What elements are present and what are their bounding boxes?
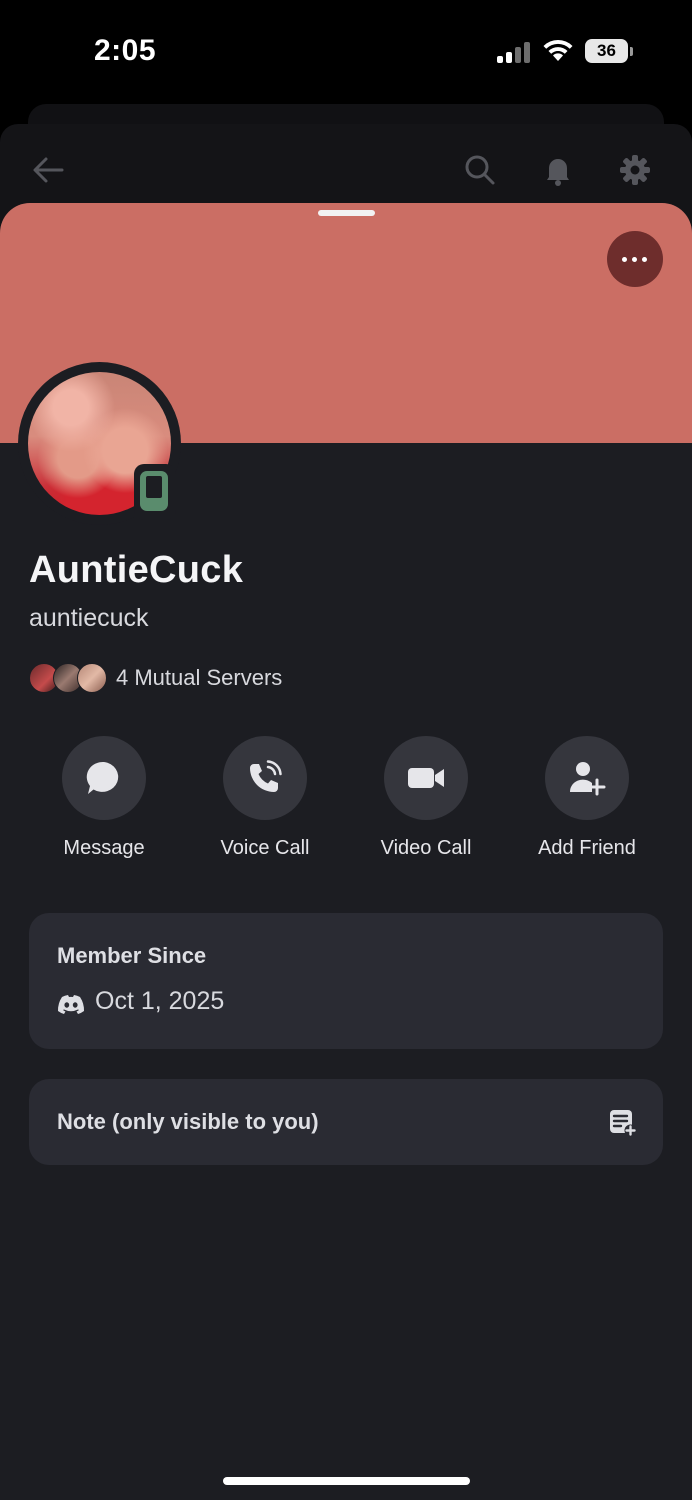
bell-icon[interactable] [540, 152, 576, 188]
add-friend-button[interactable]: Add Friend [517, 736, 657, 860]
member-since-date: Oct 1, 2025 [95, 987, 225, 1015]
add-friend-label: Add Friend [538, 837, 636, 859]
add-friend-icon [569, 762, 606, 796]
battery-nub [630, 47, 633, 56]
phone-call-icon [250, 760, 282, 792]
home-indicator[interactable] [223, 1477, 470, 1485]
status-bar: 2:05 36 [0, 0, 692, 100]
action-buttons: Message Voice Call Video Call Add Friend [0, 736, 692, 866]
voice-call-label: Voice Call [220, 837, 310, 859]
note-card[interactable]: Note (only visible to you) [29, 1079, 663, 1165]
back-arrow-icon[interactable] [30, 152, 66, 188]
wifi-icon [543, 39, 573, 61]
chat-bubble-icon [86, 761, 119, 794]
mobile-status-icon [134, 464, 176, 520]
server-avatar [77, 663, 107, 693]
message-label: Message [63, 837, 145, 859]
gear-icon[interactable] [617, 152, 653, 188]
more-dot-icon [622, 257, 627, 262]
video-call-label: Video Call [380, 837, 472, 859]
display-name: AuntieCuck [29, 549, 244, 591]
note-label: Note (only visible to you) [57, 1109, 319, 1134]
battery-icon: 36 [585, 39, 628, 63]
add-note-icon[interactable] [609, 1109, 637, 1137]
more-options-button[interactable] [607, 231, 663, 287]
search-icon[interactable] [462, 152, 498, 188]
mutual-servers-label: 4 Mutual Servers [116, 665, 283, 690]
discord-logo-icon [57, 995, 85, 1014]
video-call-button[interactable]: Video Call [356, 736, 496, 860]
more-dot-icon [632, 257, 637, 262]
cellular-signal-icon [497, 41, 531, 63]
video-camera-icon [408, 768, 444, 788]
profile-sheet: AuntieCuck auntiecuck 4 Mutual Servers M… [0, 203, 692, 1500]
voice-call-button[interactable]: Voice Call [195, 736, 335, 860]
more-dot-icon [642, 257, 647, 262]
status-time: 2:05 [94, 34, 157, 67]
username: auntiecuck [29, 604, 149, 632]
sheet-grabber[interactable] [318, 210, 375, 216]
member-since-card: Member Since Oct 1, 2025 [29, 913, 663, 1049]
mutual-server-avatars [29, 663, 109, 693]
message-button[interactable]: Message [34, 736, 174, 860]
member-since-title: Member Since [57, 943, 207, 968]
